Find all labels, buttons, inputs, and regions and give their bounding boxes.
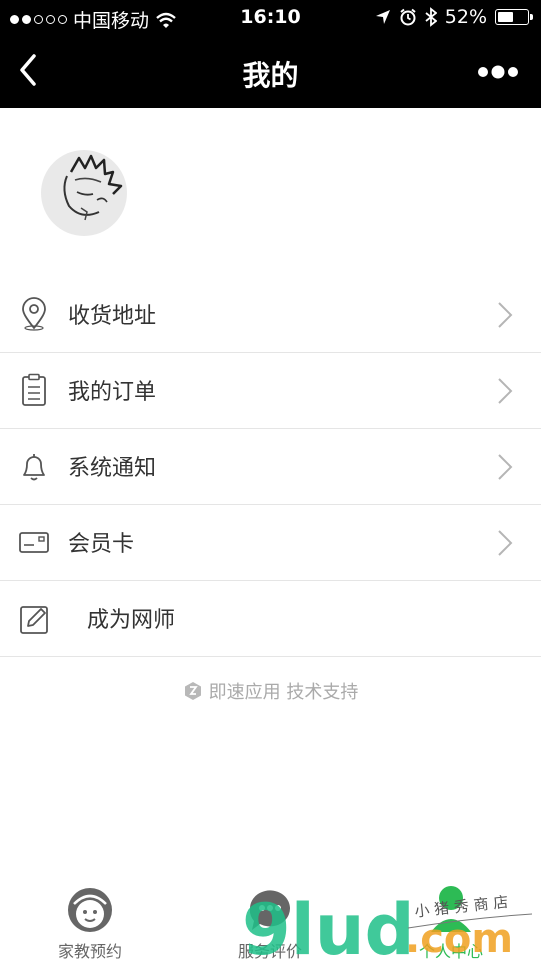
page-title: 我的 bbox=[242, 59, 299, 92]
watermark-suffix: .com bbox=[405, 916, 513, 960]
menu-item-notifications[interactable]: 系统通知 bbox=[0, 429, 541, 505]
watermark-text: 9lud bbox=[242, 889, 415, 960]
avatar-sketch-image bbox=[63, 154, 123, 221]
chevron-right-icon bbox=[498, 302, 513, 328]
location-pin-icon bbox=[22, 297, 46, 331]
more-dots-icon bbox=[478, 65, 518, 79]
battery-percent: 52% bbox=[444, 6, 487, 28]
menu-item-label: 会员卡 bbox=[68, 532, 135, 557]
menu-item-label: 成为网师 bbox=[87, 608, 176, 633]
battery-icon bbox=[495, 9, 533, 25]
menu-item-orders[interactable]: 我的订单 bbox=[0, 353, 541, 429]
bell-icon bbox=[23, 454, 45, 481]
status-bar: 中国移动 16:10 52% bbox=[0, 0, 541, 36]
menu-item-membership-card[interactable]: 会员卡 bbox=[0, 505, 541, 581]
watermark-logo: 9lud .com 小 猪 秀 商 店 bbox=[242, 889, 533, 960]
status-right: 52% bbox=[375, 6, 533, 28]
location-arrow-icon bbox=[375, 10, 390, 24]
bluetooth-icon bbox=[425, 7, 437, 27]
tab-label: 家教预约 bbox=[57, 942, 122, 961]
jisu-logo-icon bbox=[184, 682, 201, 700]
more-button[interactable] bbox=[477, 60, 521, 84]
tech-support-footer: 即速应用 技术支持 bbox=[0, 678, 541, 704]
card-icon bbox=[19, 532, 49, 553]
alarm-clock-icon bbox=[400, 8, 416, 26]
face-icon bbox=[68, 888, 112, 932]
navigation-bar: 我的 bbox=[0, 36, 541, 108]
menu-item-label: 收货地址 bbox=[68, 304, 157, 329]
menu-item-label: 我的订单 bbox=[68, 380, 157, 405]
chevron-right-icon bbox=[498, 530, 513, 556]
clipboard-icon bbox=[22, 373, 46, 406]
chevron-right-icon bbox=[498, 378, 513, 404]
tech-support-text: 即速应用 技术支持 bbox=[208, 682, 359, 703]
menu-item-label: 系统通知 bbox=[68, 456, 157, 481]
menu-item-address[interactable]: 收货地址 bbox=[0, 277, 541, 353]
chevron-right-icon bbox=[498, 454, 513, 480]
tab-tutor-booking[interactable]: 家教预约 bbox=[0, 878, 180, 961]
edit-icon bbox=[20, 606, 48, 634]
menu-item-become-tutor[interactable]: 成为网师 bbox=[0, 581, 541, 657]
avatar[interactable] bbox=[41, 150, 127, 236]
menu-list: 收货地址 我的订单 系统通知 会员卡 成为网师 bbox=[0, 277, 541, 657]
